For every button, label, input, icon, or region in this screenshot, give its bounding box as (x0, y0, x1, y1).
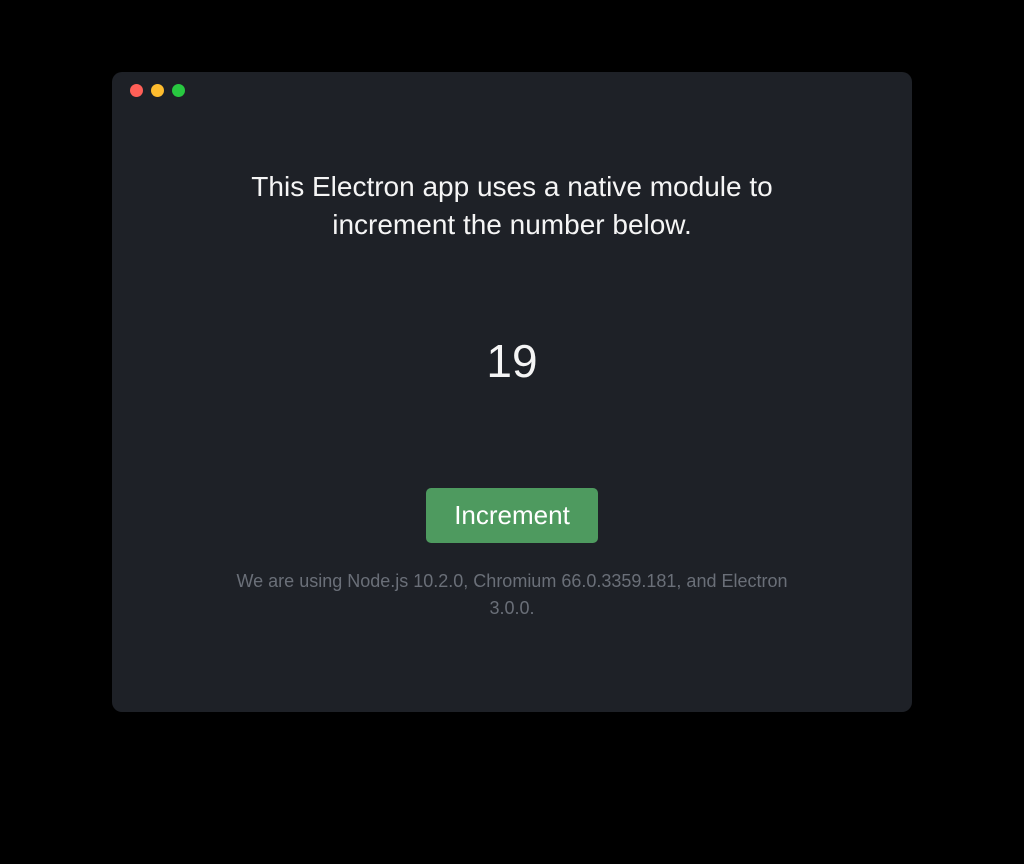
counter-value: 19 (486, 334, 537, 388)
minimize-icon[interactable] (151, 84, 164, 97)
app-window: This Electron app uses a native module t… (112, 72, 912, 712)
close-icon[interactable] (130, 84, 143, 97)
increment-button[interactable]: Increment (426, 488, 598, 543)
heading-text: This Electron app uses a native module t… (192, 168, 832, 244)
maximize-icon[interactable] (172, 84, 185, 97)
window-content: This Electron app uses a native module t… (112, 108, 912, 712)
version-footer: We are using Node.js 10.2.0, Chromium 66… (232, 568, 792, 672)
titlebar (112, 72, 912, 108)
